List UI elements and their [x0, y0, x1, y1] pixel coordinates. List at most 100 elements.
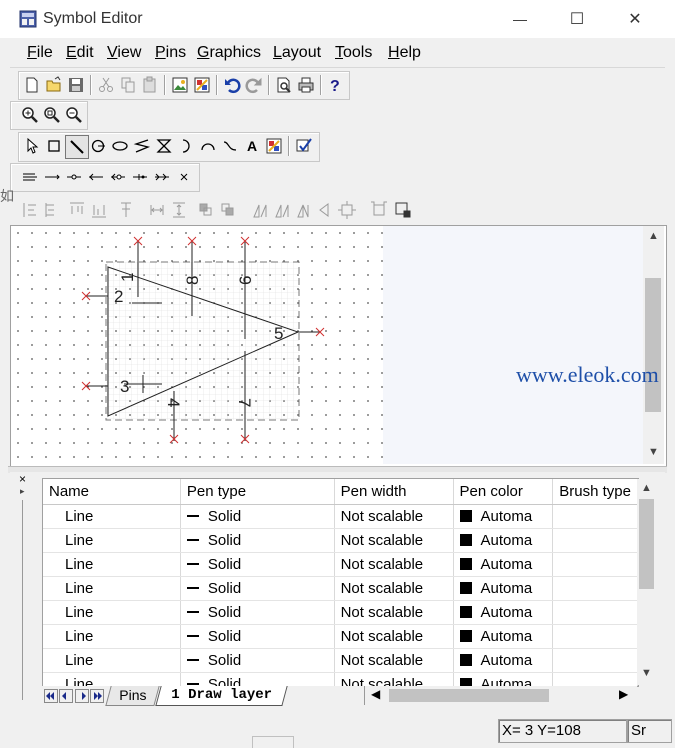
zigzag-tool-button[interactable]	[131, 135, 153, 157]
table-row[interactable]: Line Solid Not scalable Automa	[43, 576, 638, 601]
cell-pen-type[interactable]: Solid	[180, 528, 335, 553]
cell-brush-type[interactable]	[552, 576, 638, 601]
cell-pen-width[interactable]: Not scalable	[334, 648, 454, 673]
canvas-scroll-thumb[interactable]	[645, 278, 661, 412]
table-row[interactable]: Line Solid Not scalable Automa	[43, 504, 638, 529]
tab-pins[interactable]: Pins	[105, 686, 160, 706]
cell-pen-width[interactable]: Not scalable	[334, 504, 454, 529]
cell-name[interactable]: Line	[43, 672, 181, 686]
cell-pen-color[interactable]: Automa	[453, 648, 554, 673]
check-symbol-button[interactable]	[293, 135, 315, 157]
cell-brush-type[interactable]	[552, 672, 638, 686]
pin-dot-clock-button[interactable]	[107, 166, 129, 188]
cell-pen-color[interactable]: Automa	[453, 576, 554, 601]
scroll-down-icon[interactable]: ▼	[648, 446, 659, 458]
menu-pins[interactable]: Pins	[155, 44, 186, 62]
insert-image-button[interactable]	[169, 74, 191, 96]
pin-inverted-button[interactable]	[129, 166, 151, 188]
close-window-button[interactable]: ✕	[605, 0, 665, 38]
grid-horizontal-scrollbar[interactable]: ◀ ▶	[364, 686, 637, 705]
cell-pen-type[interactable]: Solid	[180, 504, 335, 529]
menu-tools[interactable]: Tools	[335, 44, 372, 62]
table-row[interactable]: Line Solid Not scalable Automa	[43, 528, 638, 553]
paste-button[interactable]	[139, 74, 161, 96]
ellipse-tool-button[interactable]	[109, 135, 131, 157]
pin-clock-button[interactable]	[85, 166, 107, 188]
cell-pen-width[interactable]: Not scalable	[334, 600, 454, 625]
fill-color-button[interactable]	[191, 74, 213, 96]
curve-right-tool-button[interactable]	[219, 135, 241, 157]
menu-edit[interactable]: Edit	[66, 44, 94, 62]
cell-pen-type[interactable]: Solid	[180, 600, 335, 625]
cell-brush-type[interactable]	[552, 552, 638, 577]
cell-brush-type[interactable]	[552, 648, 638, 673]
line-tool-button[interactable]	[65, 135, 89, 159]
column-header-pen-type[interactable]: Pen type	[180, 479, 335, 505]
properties-grid[interactable]: Name Pen type Pen width Pen color Brush …	[42, 478, 639, 687]
cell-name[interactable]: Line	[43, 624, 181, 649]
minimize-button[interactable]: —	[490, 0, 550, 38]
cell-name[interactable]: Line	[43, 528, 181, 553]
cell-brush-type[interactable]	[552, 624, 638, 649]
cell-pen-color[interactable]: Automa	[453, 672, 554, 686]
column-header-brush-type[interactable]: Brush type	[552, 479, 638, 505]
table-row[interactable]: Line Solid Not scalable Automa	[43, 624, 638, 649]
cell-pen-width[interactable]: Not scalable	[334, 576, 454, 601]
table-row[interactable]: Line Solid Not scalable Automa	[43, 672, 638, 686]
cell-pen-color[interactable]: Automa	[453, 504, 554, 529]
cell-pen-color[interactable]: Automa	[453, 528, 554, 553]
zoom-in-button[interactable]	[19, 104, 41, 126]
panel-pin-icon[interactable]: ▸	[20, 486, 25, 497]
curve-left-tool-button[interactable]	[197, 135, 219, 157]
cell-pen-width[interactable]: Not scalable	[334, 672, 454, 686]
grid-vertical-scrollbar[interactable]: ▲ ▼	[637, 479, 656, 685]
pin-x-button[interactable]	[173, 166, 195, 188]
hscroll-left-icon[interactable]: ◀	[371, 687, 380, 701]
select-tool-button[interactable]	[21, 135, 43, 157]
print-preview-button[interactable]	[273, 74, 295, 96]
menu-file[interactable]: File	[27, 44, 53, 62]
grid-scroll-up-icon[interactable]: ▲	[641, 482, 652, 494]
print-button[interactable]	[295, 74, 317, 96]
cell-pen-color[interactable]: Automa	[453, 624, 554, 649]
cell-brush-type[interactable]	[552, 528, 638, 553]
menu-view[interactable]: View	[107, 44, 141, 62]
hscroll-right-icon[interactable]: ▶	[619, 687, 628, 701]
column-header-pen-width[interactable]: Pen width	[334, 479, 454, 505]
panel-close-icon[interactable]: ×	[19, 472, 26, 486]
tab-navigation-buttons[interactable]	[44, 689, 104, 703]
table-row[interactable]: Line Solid Not scalable Automa	[43, 552, 638, 577]
cell-pen-type[interactable]: Solid	[180, 672, 335, 686]
save-button[interactable]	[65, 74, 87, 96]
hourglass-tool-button[interactable]	[153, 135, 175, 157]
menu-layout[interactable]: Layout	[273, 44, 321, 62]
new-button[interactable]	[21, 74, 43, 96]
pin-dot-button[interactable]	[63, 166, 85, 188]
zoom-out-button[interactable]	[63, 104, 85, 126]
arc-tool-button[interactable]	[175, 135, 197, 157]
pin-bus-button[interactable]	[19, 166, 41, 188]
scroll-up-icon[interactable]: ▲	[648, 230, 659, 242]
cell-pen-color[interactable]: Automa	[453, 552, 554, 577]
cell-brush-type[interactable]	[552, 504, 638, 529]
cell-name[interactable]: Line	[43, 552, 181, 577]
cell-pen-type[interactable]: Solid	[180, 576, 335, 601]
tab-draw-layer[interactable]: 1 Draw layer	[155, 686, 288, 706]
canvas-vertical-scrollbar[interactable]: ▲ ▼	[643, 226, 664, 464]
cell-pen-color[interactable]: Automa	[453, 600, 554, 625]
text-tool-button[interactable]: A	[241, 135, 263, 157]
cell-pen-type[interactable]: Solid	[180, 648, 335, 673]
cell-name[interactable]: Line	[43, 576, 181, 601]
table-row[interactable]: Line Solid Not scalable Automa	[43, 600, 638, 625]
cell-pen-width[interactable]: Not scalable	[334, 552, 454, 577]
undo-button[interactable]	[221, 74, 243, 96]
cell-name[interactable]: Line	[43, 648, 181, 673]
cell-pen-type[interactable]: Solid	[180, 552, 335, 577]
grid-scroll-thumb[interactable]	[639, 499, 654, 589]
cell-pen-width[interactable]: Not scalable	[334, 528, 454, 553]
cell-pen-type[interactable]: Solid	[180, 624, 335, 649]
cell-name[interactable]: Line	[43, 504, 181, 529]
symbol-drawing[interactable]: 2 3 5 1 8 6 4 7	[11, 226, 643, 464]
open-button[interactable]	[43, 74, 65, 96]
cell-brush-type[interactable]	[552, 600, 638, 625]
